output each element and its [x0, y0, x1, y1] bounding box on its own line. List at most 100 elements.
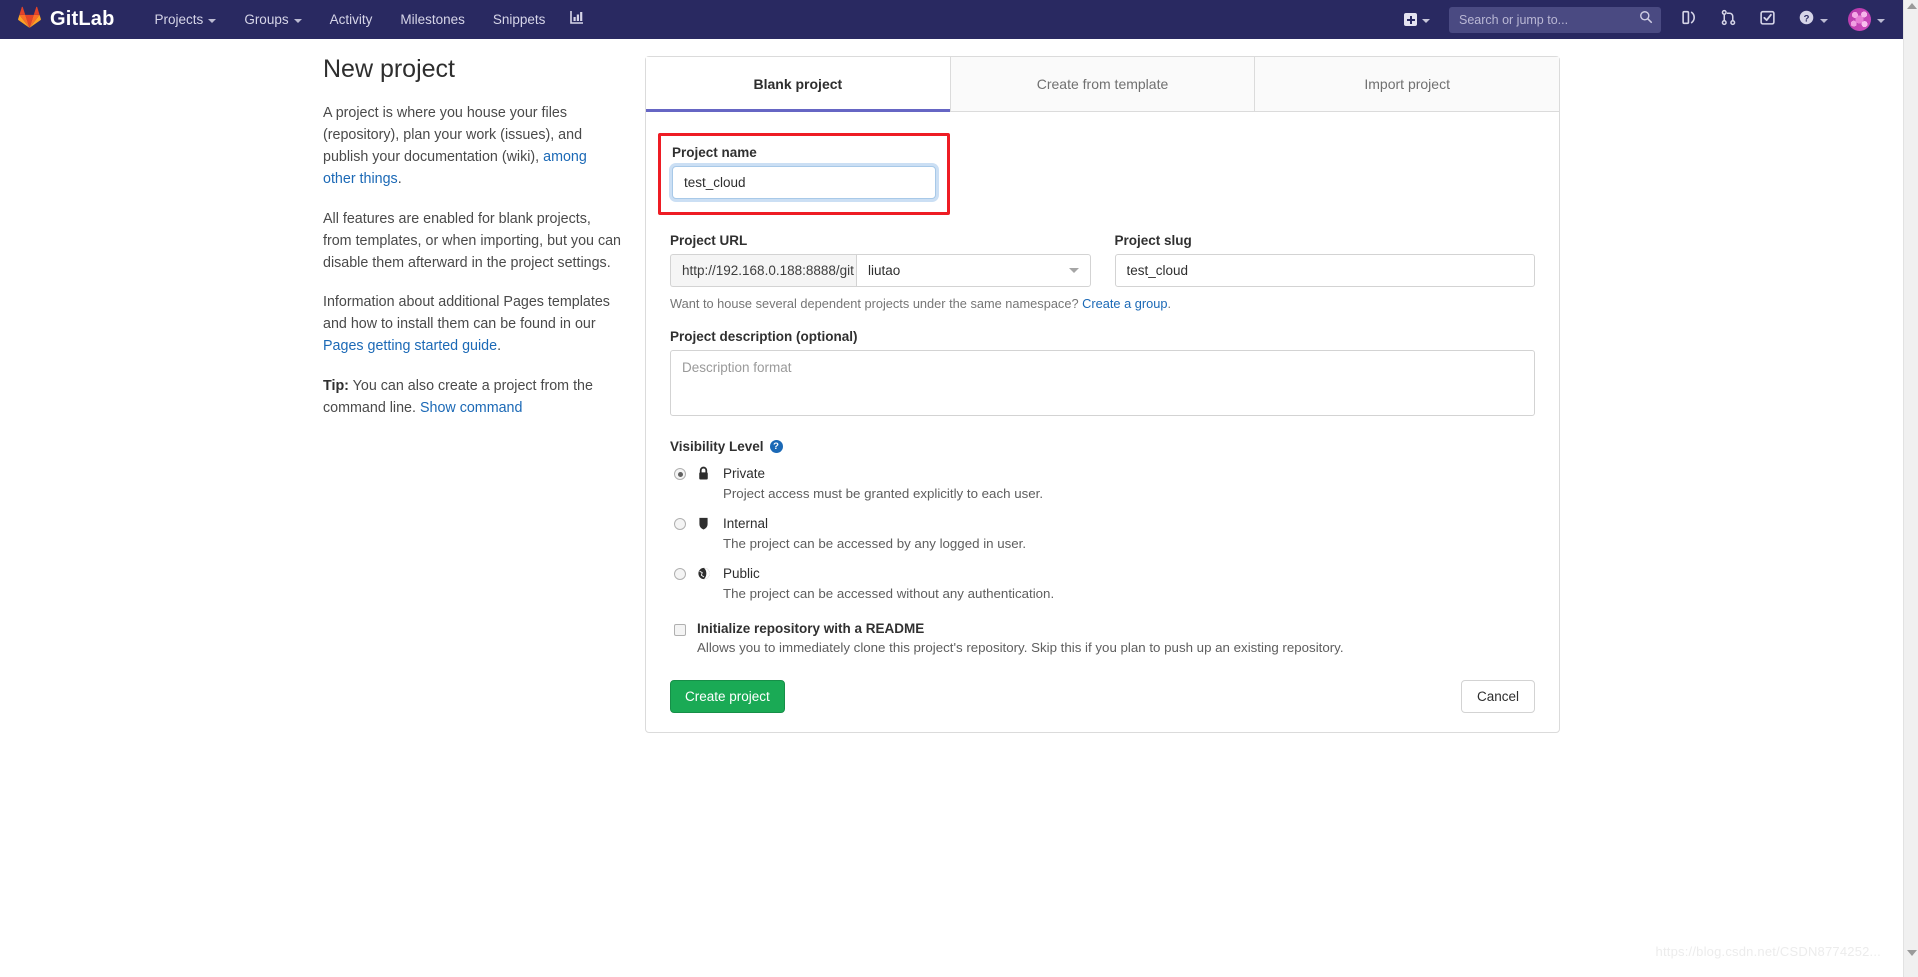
- project-name-label: Project name: [672, 145, 936, 160]
- initialize-readme-row[interactable]: Initialize repository with a README Allo…: [670, 621, 1535, 655]
- project-name-input[interactable]: [672, 166, 936, 199]
- chart-bar-icon: [569, 9, 585, 30]
- gitlab-brand-link[interactable]: GitLab: [18, 6, 115, 33]
- initialize-readme-checkbox[interactable]: [674, 624, 686, 636]
- pages-getting-started-guide-link[interactable]: Pages getting started guide: [323, 338, 497, 354]
- svg-text:?: ?: [1804, 13, 1810, 24]
- project-url-label: Project URL: [670, 233, 1091, 248]
- new-project-card: Blank project Create from template Impor…: [645, 56, 1560, 733]
- issues-board-icon: [1681, 9, 1698, 31]
- radio-public[interactable]: [674, 568, 686, 580]
- tip-paragraph: Tip: You can also create a project from …: [323, 375, 623, 419]
- namespace-select[interactable]: liutao: [856, 254, 1091, 287]
- shield-icon: [697, 515, 714, 536]
- gitlab-brand-text: GitLab: [50, 8, 115, 31]
- page-content: New project A project is where you house…: [0, 39, 1903, 977]
- watermark-text: https://blog.csdn.net/CSDN8774252...: [1656, 944, 1881, 959]
- merge-request-icon: [1720, 9, 1737, 31]
- scroll-down-arrow-icon[interactable]: [1907, 950, 1917, 956]
- global-search-box[interactable]: [1449, 7, 1661, 33]
- nav-item-activity[interactable]: Activity: [316, 2, 387, 37]
- pages-paragraph: Information about additional Pages templ…: [323, 291, 623, 357]
- create-a-group-link[interactable]: Create a group: [1082, 296, 1167, 311]
- project-url-group: Project URL http://192.168.0.188:8888/gi…: [670, 233, 1091, 287]
- visibility-level-label: Visibility Level: [670, 439, 764, 454]
- help-button[interactable]: ?: [1788, 1, 1838, 39]
- project-type-tabs: Blank project Create from template Impor…: [646, 57, 1559, 112]
- visibility-help-icon[interactable]: ?: [770, 440, 783, 453]
- page-title: New project: [323, 55, 623, 84]
- nav-label-milestones: Milestones: [400, 12, 465, 27]
- nav-label-groups: Groups: [244, 12, 288, 27]
- nav-item-snippets[interactable]: Snippets: [479, 2, 560, 37]
- tip-label: Tip:: [323, 378, 349, 394]
- visibility-option-internal[interactable]: Internal The project can be accessed by …: [670, 515, 1535, 551]
- tab-blank-project-label: Blank project: [753, 76, 842, 92]
- gitlab-logo-icon: [18, 6, 41, 33]
- todos-checkmark-icon: [1759, 9, 1776, 31]
- project-url-control: http://192.168.0.188:8888/git liutao: [670, 254, 1091, 287]
- chevron-down-icon: [1069, 268, 1079, 273]
- create-project-button[interactable]: Create project: [670, 680, 785, 713]
- visibility-private-name: Private: [723, 466, 765, 481]
- visibility-internal-name: Internal: [723, 516, 768, 531]
- radio-private[interactable]: [674, 468, 686, 480]
- user-avatar: [1848, 8, 1871, 31]
- nav-label-activity: Activity: [330, 12, 373, 27]
- nav-item-groups[interactable]: Groups: [230, 2, 315, 37]
- tab-import-project[interactable]: Import project: [1255, 57, 1559, 111]
- tab-blank-project[interactable]: Blank project: [646, 57, 951, 111]
- scroll-up-arrow-icon[interactable]: [1907, 3, 1917, 9]
- visibility-level-title: Visibility Level ?: [670, 439, 1535, 454]
- url-and-slug-row: Project URL http://192.168.0.188:8888/gi…: [670, 233, 1535, 287]
- show-command-link[interactable]: Show command: [420, 400, 523, 416]
- nav-label-snippets: Snippets: [493, 12, 546, 27]
- visibility-option-public[interactable]: Public The project can be accessed witho…: [670, 565, 1535, 601]
- visibility-public-texts: Public The project can be accessed witho…: [723, 565, 1535, 601]
- search-input[interactable]: [1457, 12, 1639, 28]
- lock-icon: [697, 465, 714, 486]
- visibility-option-private[interactable]: Private Project access must be granted e…: [670, 465, 1535, 501]
- todos-button[interactable]: [1749, 1, 1786, 39]
- visibility-private-description: Project access must be granted explicitl…: [723, 486, 1535, 501]
- nav-item-milestones[interactable]: Milestones: [386, 2, 479, 37]
- initialize-readme-description: Allows you to immediately clone this pro…: [697, 640, 1344, 655]
- search-icon: [1639, 10, 1653, 29]
- user-menu-button[interactable]: [1840, 4, 1893, 35]
- form-actions: Create project Cancel: [646, 680, 1559, 732]
- cancel-button[interactable]: Cancel: [1461, 680, 1535, 713]
- page-scrollbar[interactable]: [1903, 0, 1918, 977]
- namespace-selected-value: liutao: [868, 263, 900, 278]
- nav-item-projects[interactable]: Projects: [141, 2, 231, 37]
- project-slug-label: Project slug: [1115, 233, 1536, 248]
- chevron-down-icon: [208, 19, 216, 23]
- project-slug-input[interactable]: [1115, 254, 1536, 287]
- create-new-button[interactable]: [1395, 6, 1439, 33]
- merge-requests-button[interactable]: [1710, 1, 1747, 39]
- visibility-internal-texts: Internal The project can be accessed by …: [723, 515, 1535, 551]
- issue-boards-button[interactable]: [1671, 1, 1708, 39]
- project-description-group: Project description (optional): [670, 329, 1535, 421]
- visibility-public-description: The project can be accessed without any …: [723, 586, 1535, 601]
- initialize-readme-texts: Initialize repository with a README Allo…: [697, 621, 1344, 655]
- chevron-down-icon: [1422, 19, 1430, 23]
- new-project-description-panel: New project A project is where you house…: [323, 55, 623, 436]
- nav-label-projects: Projects: [155, 12, 204, 27]
- top-navbar: GitLab Projects Groups Activity Mileston…: [0, 0, 1903, 39]
- features-paragraph: All features are enabled for blank proje…: [323, 208, 623, 274]
- navbar-right-section: ?: [1395, 1, 1893, 39]
- visibility-public-name: Public: [723, 566, 760, 581]
- plus-square-icon: [1404, 13, 1417, 26]
- pages-text-2: .: [497, 338, 501, 354]
- visibility-private-texts: Private Project access must be granted e…: [723, 465, 1535, 501]
- project-description-label: Project description (optional): [670, 329, 1535, 344]
- project-description-textarea[interactable]: [670, 350, 1535, 416]
- primary-nav: Projects Groups Activity Milestones Snip…: [141, 1, 596, 38]
- chevron-down-icon: [294, 19, 302, 23]
- intro-text-2: .: [398, 171, 402, 187]
- blank-project-form: Project name Project URL http://192.168.…: [646, 112, 1559, 732]
- radio-internal[interactable]: [674, 518, 686, 530]
- tab-create-from-template[interactable]: Create from template: [951, 57, 1256, 111]
- nav-item-analytics[interactable]: [559, 1, 595, 38]
- visibility-level-group: Visibility Level ? Private Project acces…: [670, 439, 1535, 601]
